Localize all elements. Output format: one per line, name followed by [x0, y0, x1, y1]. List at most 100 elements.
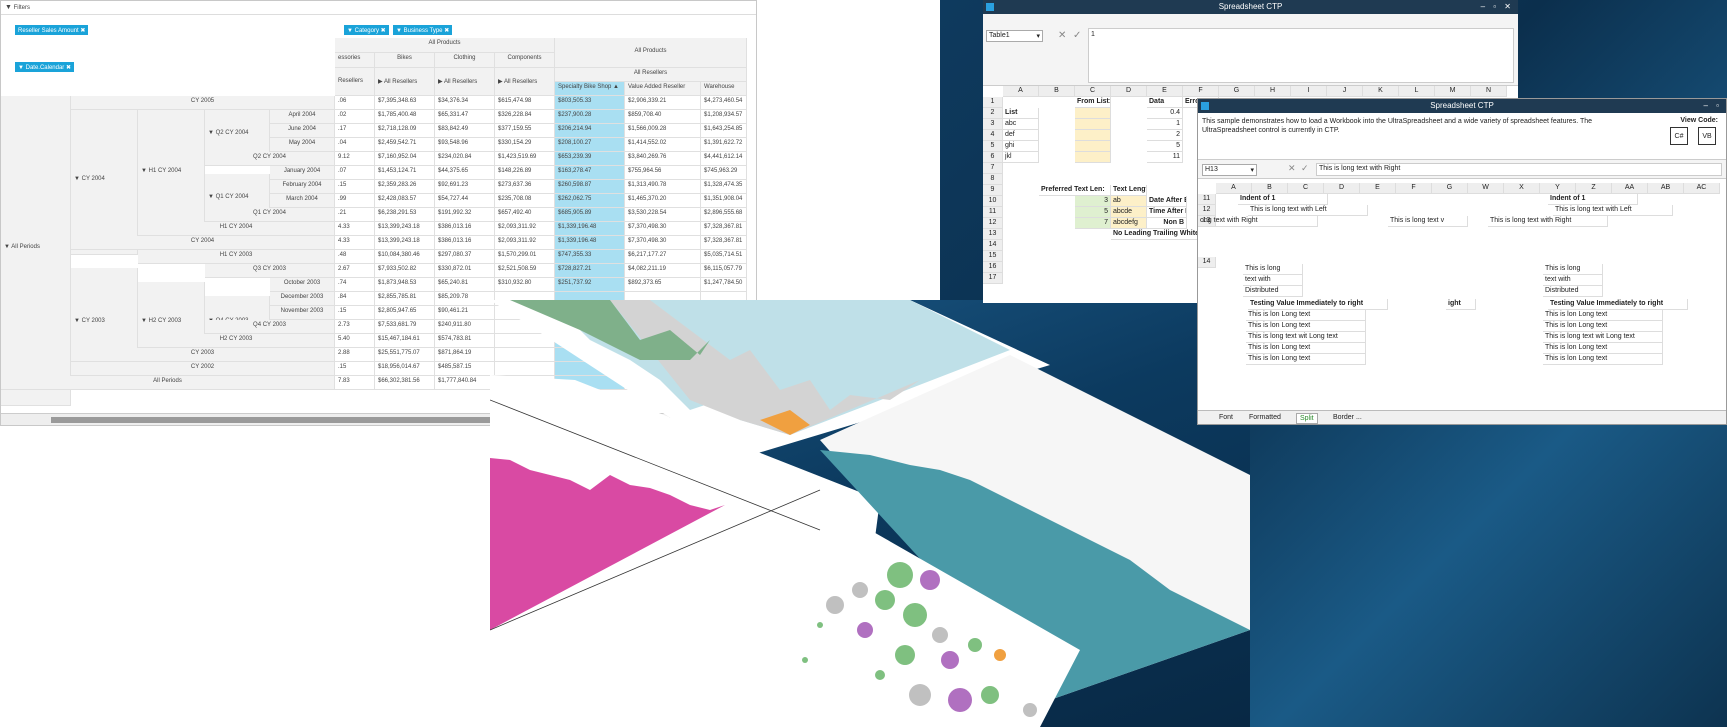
- sheet-cell[interactable]: Testing Value Immediately to right: [1248, 299, 1388, 310]
- pivot-cell[interactable]: $13,399,243.18: [375, 222, 435, 236]
- pivot-cell[interactable]: $206,214.94: [555, 124, 625, 138]
- sheet-cell[interactable]: def: [1003, 130, 1039, 141]
- sheet-cell[interactable]: [1075, 119, 1111, 130]
- sheet-cell[interactable]: This is long text with Left: [1248, 205, 1368, 216]
- sheet-cell[interactable]: This is long text with Left: [1553, 205, 1673, 216]
- column-header[interactable]: I: [1291, 86, 1327, 97]
- sheet-cell[interactable]: This is lon Long text: [1246, 343, 1366, 354]
- row-label[interactable]: CY 2004: [71, 236, 335, 250]
- col-header-clothing-resellers[interactable]: ▶ All Resellers: [435, 68, 495, 96]
- sheet-cell[interactable]: 5: [1075, 207, 1111, 218]
- col-header-all-products-right[interactable]: All Products: [555, 38, 747, 68]
- pivot-cell[interactable]: $237,900.28: [555, 110, 625, 124]
- pivot-cell[interactable]: $2,428,083.57: [375, 194, 435, 208]
- sheet-cell[interactable]: jkl: [1003, 152, 1039, 163]
- sheet-cell[interactable]: This is lon Long text: [1543, 310, 1663, 321]
- col-header-components[interactable]: Components: [495, 53, 555, 68]
- pivot-cell[interactable]: $2,855,785.81: [375, 292, 435, 306]
- pivot-cell[interactable]: 2.88: [335, 348, 375, 362]
- pivot-cell[interactable]: $1,328,474.35: [701, 180, 747, 194]
- sheet-cell[interactable]: 3: [1075, 196, 1111, 207]
- column-header[interactable]: L: [1399, 86, 1435, 97]
- row-label[interactable]: October 2003: [270, 278, 335, 292]
- pivot-cell[interactable]: $7,370,498.30: [625, 236, 701, 250]
- sheet-cell[interactable]: This is long text wit Long text: [1246, 332, 1366, 343]
- pivot-cell[interactable]: $260,598.87: [555, 180, 625, 194]
- pivot-cell[interactable]: $892,373.65: [625, 278, 701, 292]
- column-header[interactable]: B: [1039, 86, 1075, 97]
- row-label[interactable]: CY 2002: [71, 362, 335, 376]
- row-label[interactable]: April 2004: [270, 110, 335, 124]
- pivot-cell[interactable]: 2.73: [335, 320, 375, 334]
- category-chip[interactable]: ▼ Category ✖: [344, 25, 389, 35]
- pivot-cell[interactable]: .04: [335, 138, 375, 152]
- row-header[interactable]: 17: [983, 273, 1003, 284]
- pivot-cell[interactable]: $2,093,311.92: [495, 236, 555, 250]
- row-h1cy2004[interactable]: ▼ H1 CY 2004: [138, 110, 205, 240]
- sheet-cell[interactable]: This is long text wit Long text: [1543, 332, 1663, 343]
- csharp-icon[interactable]: C#: [1670, 127, 1688, 145]
- column-header[interactable]: G: [1219, 86, 1255, 97]
- row-label[interactable]: February 2004: [270, 180, 335, 194]
- row-header[interactable]: 11: [983, 207, 1003, 218]
- formula-input-front[interactable]: This is long text with Right: [1316, 163, 1722, 176]
- vb-icon[interactable]: VB: [1698, 127, 1716, 145]
- pivot-cell[interactable]: $13,399,243.18: [375, 236, 435, 250]
- pivot-cell[interactable]: 5.40: [335, 334, 375, 348]
- sheet-cell[interactable]: This is long text v: [1388, 216, 1468, 227]
- sheet-tab[interactable]: Split: [1296, 413, 1318, 424]
- row-label[interactable]: January 2004: [270, 166, 335, 180]
- pivot-cell[interactable]: 9.12: [335, 152, 375, 166]
- pivot-cell[interactable]: $262,062.75: [555, 194, 625, 208]
- sheet-cell[interactable]: [1075, 152, 1111, 163]
- col-header-bikes-resellers[interactable]: ▶ All Resellers: [375, 68, 435, 96]
- name-box-front[interactable]: H13 ▾: [1202, 164, 1257, 176]
- pivot-cell[interactable]: $1,777,840.84: [435, 376, 495, 390]
- pivot-cell[interactable]: .07: [335, 166, 375, 180]
- row-header[interactable]: 4: [983, 130, 1003, 141]
- column-header[interactable]: AA: [1612, 183, 1648, 194]
- column-header[interactable]: K: [1363, 86, 1399, 97]
- row-header[interactable]: 5: [983, 141, 1003, 152]
- sheet-cell[interactable]: 11: [1147, 152, 1183, 163]
- column-header[interactable]: N: [1471, 86, 1507, 97]
- pivot-cell[interactable]: $1,570,299.01: [495, 250, 555, 264]
- business-type-chip[interactable]: ▼ Business Type ✖: [393, 25, 453, 35]
- row-header[interactable]: 7: [983, 163, 1003, 174]
- pivot-cell[interactable]: .74: [335, 278, 375, 292]
- sheet-cell[interactable]: Distributed: [1243, 286, 1303, 297]
- pivot-cell[interactable]: $745,963.29: [701, 166, 747, 180]
- pivot-cell[interactable]: $4,082,211.19: [625, 264, 701, 278]
- pivot-cell[interactable]: $7,328,367.81: [701, 236, 747, 250]
- pivot-cell[interactable]: $747,355.33: [555, 250, 625, 264]
- pivot-cell[interactable]: .15: [335, 306, 375, 320]
- col-header-bikes[interactable]: Bikes: [375, 53, 435, 68]
- pivot-cell[interactable]: $386,013.16: [435, 222, 495, 236]
- pivot-cell[interactable]: $7,328,367.81: [701, 222, 747, 236]
- row-label[interactable]: March 2004: [270, 194, 335, 208]
- pivot-cell[interactable]: $485,587.15: [435, 362, 495, 376]
- pivot-cell[interactable]: $4,273,460.54: [701, 96, 747, 110]
- pivot-cell[interactable]: $191,992.32: [435, 208, 495, 222]
- row-label[interactable]: November 2003: [270, 306, 335, 320]
- pivot-cell[interactable]: $90,461.21: [435, 306, 495, 320]
- pivot-cell[interactable]: $6,217,177.27: [625, 250, 701, 264]
- pivot-cell[interactable]: $2,906,339.21: [625, 96, 701, 110]
- column-header[interactable]: F: [1183, 86, 1219, 97]
- col-header-all-resellers[interactable]: All Resellers: [555, 68, 747, 82]
- pivot-cell[interactable]: .17: [335, 124, 375, 138]
- row-header[interactable]: 15: [983, 251, 1003, 262]
- row-label[interactable]: All Periods: [1, 376, 335, 390]
- sheet-cell[interactable]: [1075, 141, 1111, 152]
- pivot-cell[interactable]: $18,956,014.67: [375, 362, 435, 376]
- column-header[interactable]: F: [1396, 183, 1432, 194]
- pivot-cell[interactable]: $65,240.81: [435, 278, 495, 292]
- sheet-tab[interactable]: Border ...: [1330, 413, 1365, 422]
- column-header[interactable]: X: [1504, 183, 1540, 194]
- row-header[interactable]: 12: [1198, 205, 1216, 216]
- date-calendar-chip[interactable]: ▼ Date.Calendar ✖: [15, 62, 75, 72]
- pivot-cell[interactable]: .21: [335, 208, 375, 222]
- row-header[interactable]: 16: [983, 262, 1003, 273]
- column-header[interactable]: D: [1111, 86, 1147, 97]
- sheet-cell[interactable]: This is lon Long text: [1543, 321, 1663, 332]
